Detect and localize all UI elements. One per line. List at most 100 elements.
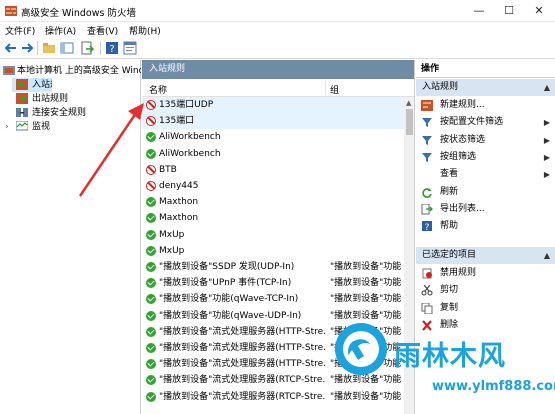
- tree-item-outbound-rules[interactable]: 出站规则: [12, 92, 153, 106]
- allow-check-icon: [146, 343, 156, 353]
- action-item[interactable]: 导出列表...: [416, 201, 555, 218]
- allow-check-icon: [146, 245, 156, 256]
- rule-row[interactable]: BTB: [142, 162, 404, 178]
- rule-row[interactable]: "播放到设备"流式处理服务器(HTTP-Stre... "播放到设备"功能: [142, 340, 404, 356]
- action-item[interactable]: 新建规则...: [416, 97, 555, 114]
- properties-icon[interactable]: [123, 41, 137, 55]
- tree-item-inbound-rules[interactable]: 入站规则: [12, 78, 53, 92]
- actions-section-selected[interactable]: 已选定的项目 ▲: [416, 247, 555, 264]
- menu-file[interactable]: 文件(F): [5, 24, 35, 37]
- rules-pane: 入站规则 名称 组 135端口UDP 135端口 AliWorkbench AliWo…: [142, 60, 415, 414]
- menu-bar: 文件(F) 操作(A) 查看(V) 帮助(H): [0, 22, 555, 38]
- rule-row[interactable]: deny445: [142, 178, 404, 194]
- column-group[interactable]: 组: [330, 83, 339, 96]
- toolbar: ?: [0, 38, 555, 59]
- action-label: 按状态筛选: [440, 134, 486, 145]
- maximize-button[interactable]: ☐: [496, 3, 522, 19]
- tree-item-label: 监视: [32, 122, 51, 132]
- refresh-icon: [421, 187, 433, 198]
- collapse-caret-icon[interactable]: ▲: [544, 79, 550, 96]
- rule-row[interactable]: Maxthon: [142, 210, 404, 226]
- forward-arrow-icon[interactable]: [20, 41, 34, 55]
- action-item[interactable]: 删除: [416, 317, 555, 334]
- rule-row[interactable]: "播放到设备"流式处理服务器(HTTP-Stre... "播放到设备"功能: [142, 324, 404, 340]
- rule-row[interactable]: "播放到设备"功能(qWave-TCP-In) "播放到设备"功能: [142, 291, 404, 307]
- rule-name: "播放到设备"功能(qWave-UDP-In): [159, 310, 302, 321]
- block-icon: [146, 100, 156, 110]
- action-item[interactable]: 按组筛选 ▶: [416, 149, 555, 166]
- action-item[interactable]: 查看 ▶: [416, 166, 555, 183]
- tree-root[interactable]: 本地计算机 上的高级安全 Windows 防火墙: [0, 64, 141, 78]
- allow-check-icon: [146, 310, 156, 321]
- rule-name: "播放到设备"流式处理服务器(HTTP-Stre...: [159, 326, 325, 337]
- submenu-arrow-icon: ▶: [543, 170, 550, 180]
- scrollbar-thumb[interactable]: [406, 109, 413, 135]
- rule-row[interactable]: "播放到设备"流式处理服务器(RTCP-Stre... "播放到设备"功能: [142, 389, 404, 405]
- menu-action[interactable]: 操作(A): [45, 24, 76, 37]
- rule-name: BTB: [159, 164, 177, 175]
- tree-item-monitoring[interactable]: › 监视: [0, 120, 141, 134]
- column-header: 名称 组: [142, 79, 414, 97]
- action-item[interactable]: 按状态筛选 ▶: [416, 132, 555, 149]
- svg-text:?: ?: [425, 223, 430, 232]
- new-rule-icon: [421, 100, 433, 111]
- block-icon: [146, 116, 156, 127]
- disable-icon: [421, 268, 433, 279]
- rule-row[interactable]: 135端口UDP: [142, 97, 404, 113]
- block-icon: [146, 181, 156, 191]
- action-item[interactable]: 按配置文件筛选 ▶: [416, 114, 555, 131]
- action-label: 导出列表...: [440, 203, 485, 214]
- rule-name: deny445: [159, 181, 199, 191]
- expand-chevron-icon[interactable]: ›: [5, 120, 9, 134]
- rule-row[interactable]: AliWorkbench: [142, 129, 404, 145]
- rule-row[interactable]: "播放到设备"流式处理服务器(RTCP-Stre... "播放到设备"功能: [142, 372, 404, 388]
- action-item[interactable]: 刷新: [416, 184, 555, 201]
- menu-help[interactable]: 帮助(H): [129, 24, 161, 37]
- minimize-button[interactable]: —: [466, 3, 492, 19]
- allow-check-icon: [146, 278, 156, 289]
- vertical-scrollbar[interactable]: ▲: [404, 97, 414, 414]
- help-icon[interactable]: ?: [105, 41, 119, 55]
- column-name[interactable]: 名称: [149, 83, 167, 96]
- action-item[interactable]: 复制: [416, 300, 555, 317]
- allow-check-icon: [146, 326, 156, 337]
- rule-row[interactable]: "播放到设备"功能(qWave-UDP-In) "播放到设备"功能: [142, 308, 404, 324]
- menu-view[interactable]: 查看(V): [87, 24, 118, 37]
- allow-check-icon: [146, 375, 156, 386]
- firewall-root-icon: [3, 66, 15, 75]
- tree-item-label: 连接安全规则: [32, 108, 87, 118]
- rule-row[interactable]: AliWorkbench: [142, 146, 404, 162]
- action-item[interactable]: ? 帮助: [416, 218, 555, 235]
- monitoring-icon: [16, 121, 28, 131]
- allow-check-icon: [146, 197, 156, 208]
- rule-row[interactable]: Maxthon: [142, 194, 404, 210]
- action-label: 新建规则...: [440, 100, 485, 110]
- close-button[interactable]: ✕: [526, 3, 552, 19]
- scroll-up-icon[interactable]: ▲: [406, 99, 411, 107]
- folder-up-icon[interactable]: [42, 41, 56, 55]
- action-label: 查看: [440, 169, 459, 180]
- rule-name: "播放到设备"流式处理服务器(RTCP-Stre...: [159, 375, 325, 386]
- rule-row[interactable]: MxUp: [142, 227, 404, 243]
- back-arrow-icon[interactable]: [4, 41, 18, 55]
- action-item[interactable]: 剪切: [416, 282, 555, 299]
- cut-icon: [421, 284, 433, 296]
- rule-name: "播放到设备"功能(qWave-TCP-In): [159, 294, 299, 305]
- console-tree-icon[interactable]: [60, 41, 74, 55]
- submenu-arrow-icon: ▶: [543, 152, 550, 162]
- column-separator[interactable]: [325, 81, 326, 95]
- export-list-icon[interactable]: [80, 41, 94, 55]
- actions-section-inbound[interactable]: 入站规则 ▲: [416, 79, 555, 96]
- rule-row[interactable]: 135端口: [142, 113, 404, 130]
- rule-row[interactable]: MxUp: [142, 243, 404, 259]
- rule-row[interactable]: "播放到设备"流式处理服务器(HTTP-Stre... "播放到设备"功能: [142, 356, 404, 372]
- rule-row[interactable]: "播放到设备"SSDP 发现(UDP-In) "播放到设备"功能: [142, 259, 404, 275]
- rule-name: "播放到设备"UPnP 事件(TCP-In): [159, 278, 292, 289]
- rule-name: Maxthon: [159, 197, 199, 208]
- outbound-rules-icon: [16, 93, 28, 104]
- rule-row[interactable]: "播放到设备"UPnP 事件(TCP-In) "播放到设备"功能: [142, 275, 404, 291]
- action-item[interactable]: 禁用规则: [416, 265, 555, 282]
- tree-item-connection-security-rules[interactable]: 连接安全规则: [12, 106, 153, 120]
- allow-check-icon: [146, 148, 156, 159]
- collapse-caret-icon[interactable]: ▲: [544, 247, 550, 264]
